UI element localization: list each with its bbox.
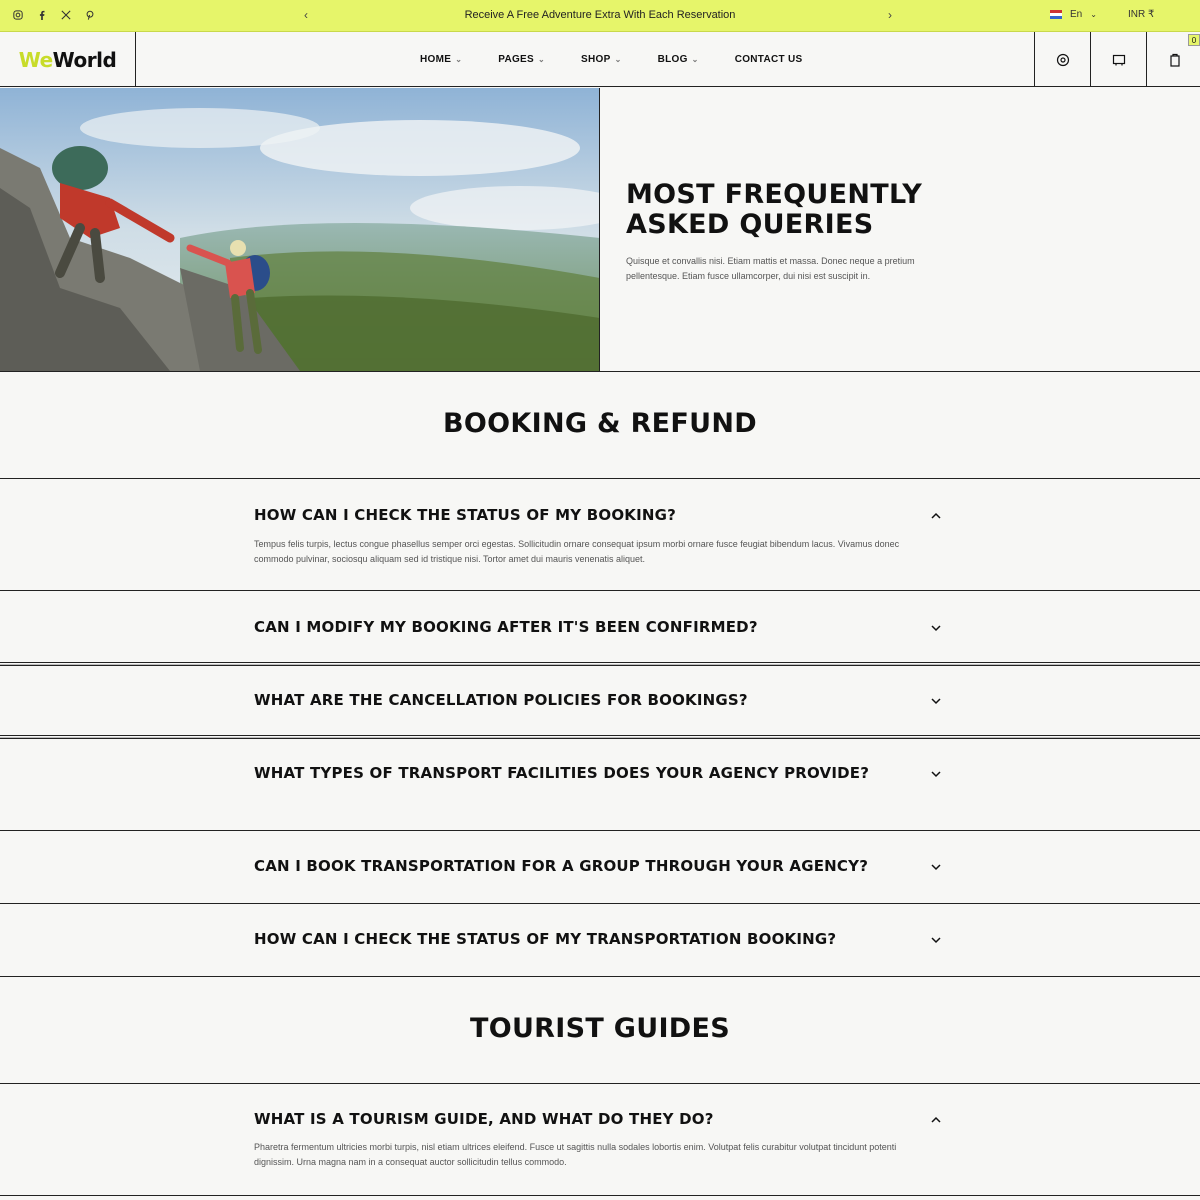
chevron-down-icon[interactable] — [928, 932, 944, 948]
cart-button[interactable]: 0 — [1146, 32, 1200, 87]
faq-item[interactable]: WHAT TYPES OF TRANSPORT FACILITIES DOES … — [0, 738, 1200, 830]
faq-question[interactable]: WHAT TYPES OF TRANSPORT FACILITIES DOES … — [254, 763, 924, 784]
nav-item-shop[interactable]: SHOP ⌄ — [581, 54, 622, 65]
hikers-photo — [0, 88, 600, 371]
faq-question[interactable]: WHAT IS A TOURISM GUIDE, AND WHAT DO THE… — [254, 1109, 924, 1130]
announcement-bar: ‹ Receive A Free Adventure Extra With Ea… — [0, 0, 1200, 32]
currency-selector[interactable]: INR ₹ — [1128, 9, 1154, 20]
wishlist-button[interactable] — [1090, 32, 1146, 87]
nav-item-home[interactable]: HOME ⌄ — [420, 54, 462, 65]
cart-count-badge: 0 — [1188, 34, 1200, 46]
chevron-down-icon: ⌄ — [691, 55, 699, 64]
social-links — [12, 8, 96, 22]
chevron-down-icon[interactable] — [928, 620, 944, 636]
search-icon — [1056, 53, 1069, 66]
faq-item[interactable]: CAN I BOOK TRANSPORTATION FOR A GROUP TH… — [0, 830, 1200, 903]
x-icon[interactable] — [60, 8, 72, 22]
chevron-down-icon: ⌄ — [538, 55, 546, 64]
logo: WeWorld — [18, 47, 117, 72]
faq-item[interactable]: WHAT IS A TOURISM GUIDE, AND WHAT DO THE… — [0, 1083, 1200, 1196]
language-selector[interactable]: En ⌄ — [1050, 9, 1097, 20]
chevron-up-icon[interactable] — [928, 1112, 944, 1128]
language-label: En — [1070, 9, 1083, 20]
faq-item[interactable]: CAN I MODIFY MY BOOKING AFTER IT'S BEEN … — [0, 590, 1200, 662]
chevron-down-icon[interactable] — [928, 859, 944, 875]
bookmark-icon — [1112, 54, 1125, 65]
chevron-down-icon: ⌄ — [455, 55, 463, 64]
promo-next-arrow[interactable]: › — [888, 8, 892, 22]
pinterest-icon[interactable] — [84, 8, 96, 22]
chevron-down-icon[interactable] — [928, 693, 944, 709]
faq-question[interactable]: HOW CAN I CHECK THE STATUS OF MY TRANSPO… — [254, 929, 924, 950]
nav-item-blog[interactable]: BLOG ⌄ — [658, 54, 699, 65]
main-nav: HOME ⌄ PAGES ⌄ SHOP ⌄ BLOG ⌄ CONTACT US — [420, 32, 803, 87]
faq-question[interactable]: WHAT ARE THE CANCELLATION POLICIES FOR B… — [254, 690, 924, 711]
hero-section: MOST FREQUENTLY ASKED QUERIES Quisque et… — [0, 88, 1200, 372]
section-title-booking: BOOKING & REFUND — [443, 408, 757, 439]
chevron-down-icon: ⌄ — [1090, 10, 1097, 19]
instagram-icon[interactable] — [12, 8, 24, 22]
logo-link[interactable]: WeWorld — [0, 32, 136, 87]
faq-question[interactable]: HOW CAN I CHECK THE STATUS OF MY BOOKING… — [254, 505, 924, 526]
chevron-up-icon[interactable] — [928, 508, 944, 524]
site-header: WeWorld HOME ⌄ PAGES ⌄ SHOP ⌄ BLOG ⌄ CONTACT… — [0, 32, 1200, 87]
faq-question[interactable]: CAN I MODIFY MY BOOKING AFTER IT'S BEEN … — [254, 617, 924, 638]
nav-item-pages[interactable]: PAGES ⌄ — [498, 54, 545, 65]
facebook-icon[interactable] — [36, 8, 48, 22]
faq-item[interactable]: HOW CAN I CHECK THE STATUS OF MY TRANSPO… — [0, 903, 1200, 977]
promo-prev-arrow[interactable]: ‹ — [304, 8, 308, 22]
faq-item[interactable]: WHAT ARE THE CANCELLATION POLICIES FOR B… — [0, 665, 1200, 735]
section-title-guides: TOURIST GUIDES — [469, 1013, 731, 1044]
hero-description: Quisque et convallis nisi. Etiam mattis … — [626, 256, 915, 281]
flag-icon — [1050, 10, 1062, 19]
search-button[interactable] — [1034, 32, 1090, 87]
hero-text: MOST FREQUENTLY ASKED QUERIES Quisque et… — [626, 180, 956, 284]
page-title: MOST FREQUENTLY ASKED QUERIES — [626, 179, 923, 240]
faq-question[interactable]: CAN I BOOK TRANSPORTATION FOR A GROUP TH… — [254, 856, 934, 877]
faq-item[interactable]: HOW CAN I CHECK THE STATUS OF MY BOOKING… — [0, 478, 1200, 590]
faq-answer: Pharetra fermentum ultricies morbi turpi… — [254, 1142, 897, 1167]
nav-item-contact[interactable]: CONTACT US — [735, 54, 803, 65]
bag-icon — [1169, 53, 1180, 67]
chevron-down-icon: ⌄ — [614, 55, 622, 64]
faq-answer: Tempus felis turpis, lectus congue phase… — [254, 539, 900, 564]
chevron-down-icon[interactable] — [928, 766, 944, 782]
promo-text: Receive A Free Adventure Extra With Each… — [464, 9, 736, 21]
